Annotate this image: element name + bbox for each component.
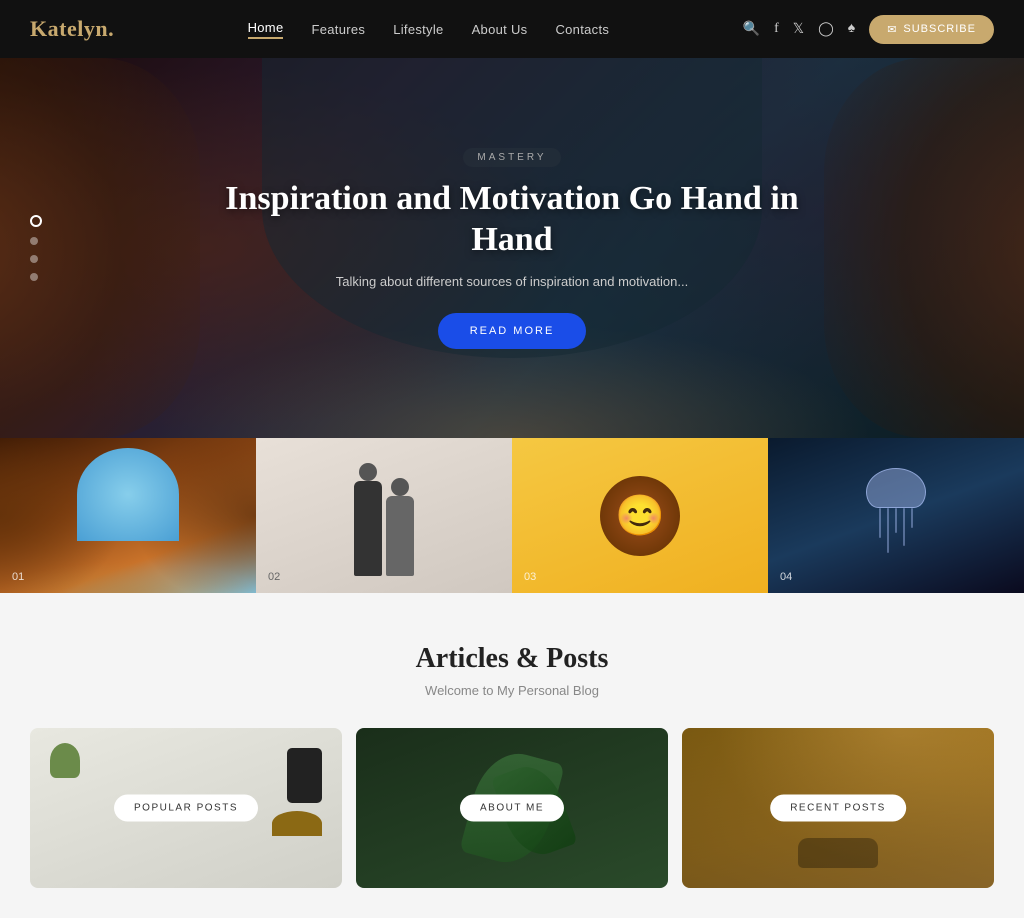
arch-right: [824, 58, 1024, 438]
subscribe-button[interactable]: SUBSCRIBE: [869, 15, 994, 44]
nav-contacts[interactable]: Contacts: [555, 22, 609, 37]
instagram-icon[interactable]: ◯: [818, 21, 834, 38]
phone-icon: [287, 748, 322, 803]
articles-subtitle: Welcome to My Personal Blog: [30, 683, 994, 698]
hat-icon: [272, 811, 322, 836]
header: Katelyn. Home Features Lifestyle About U…: [0, 0, 1024, 58]
tentacle-4: [903, 508, 905, 546]
header-actions: 🔍 f 𝕏 ◯ ♠ SUBSCRIBE: [743, 15, 994, 44]
article-cards: POPULAR POSTS ABOUT ME RECENT POSTS: [30, 728, 994, 888]
tentacle-2: [887, 508, 889, 553]
motorcycle-icon: [798, 838, 878, 868]
articles-title: Articles & Posts: [30, 643, 994, 675]
slide-dot-4[interactable]: [30, 273, 38, 281]
logo-dot: .: [108, 16, 114, 41]
thumb-number-3: 03: [524, 571, 536, 583]
read-more-button[interactable]: READ MORE: [438, 313, 587, 349]
figure-short: [386, 496, 414, 576]
hero-title: Inspiration and Motivation Go Hand in Ha…: [212, 179, 812, 261]
article-card-2[interactable]: ABOUT ME: [356, 728, 668, 888]
card-label-2[interactable]: ABOUT ME: [460, 795, 564, 822]
thumb-number-1: 01: [12, 571, 24, 583]
slide-dot-2[interactable]: [30, 237, 38, 245]
main-nav: Home Features Lifestyle About Us Contact…: [248, 20, 610, 39]
thumbnail-2[interactable]: 02: [256, 438, 512, 593]
facebook-icon[interactable]: f: [774, 21, 779, 37]
nav-features[interactable]: Features: [311, 22, 365, 37]
tentacle-3: [895, 508, 897, 533]
nav-home[interactable]: Home: [248, 20, 284, 39]
thumb1-sky: [77, 448, 179, 541]
card-label-3[interactable]: RECENT POSTS: [770, 795, 906, 822]
jellyfish: [866, 468, 926, 553]
smiling-face: 😊: [600, 476, 680, 556]
twitter-icon[interactable]: 𝕏: [793, 21, 804, 38]
slide-dot-3[interactable]: [30, 255, 38, 263]
hero-category: MASTERY: [463, 148, 560, 167]
jellyfish-tentacles: [866, 508, 926, 553]
hero-content: MASTERY Inspiration and Motivation Go Ha…: [212, 147, 812, 350]
search-icon[interactable]: 🔍: [743, 21, 760, 38]
section-header: Articles & Posts Welcome to My Personal …: [30, 643, 994, 698]
thumbnail-4[interactable]: 04: [768, 438, 1024, 593]
thumb-number-4: 04: [780, 571, 792, 583]
thumb-number-2: 02: [268, 571, 280, 583]
logo[interactable]: Katelyn.: [30, 16, 114, 42]
slide-dot-1[interactable]: [30, 215, 42, 227]
couple-figure: [354, 456, 414, 576]
slider-dots: [30, 215, 42, 281]
articles-section: Articles & Posts Welcome to My Personal …: [0, 593, 1024, 918]
tentacle-5: [911, 508, 913, 528]
tentacle-1: [879, 508, 881, 538]
nav-lifestyle[interactable]: Lifestyle: [393, 22, 443, 37]
figure-tall: [354, 481, 382, 576]
logo-text: Katelyn: [30, 16, 108, 41]
thumbnail-strip: 01 02 😊 03 04: [0, 438, 1024, 593]
jellyfish-body: [866, 468, 926, 508]
thumbnail-1[interactable]: 01: [0, 438, 256, 593]
hero-section: MASTERY Inspiration and Motivation Go Ha…: [0, 58, 1024, 438]
article-card-1[interactable]: POPULAR POSTS: [30, 728, 342, 888]
card-label-1[interactable]: POPULAR POSTS: [114, 795, 258, 822]
thumbnail-3[interactable]: 😊 03: [512, 438, 768, 593]
article-card-3[interactable]: RECENT POSTS: [682, 728, 994, 888]
nav-about[interactable]: About Us: [472, 22, 528, 37]
hero-subtitle: Talking about different sources of inspi…: [212, 274, 812, 289]
dribbble-icon[interactable]: ♠: [848, 21, 855, 37]
